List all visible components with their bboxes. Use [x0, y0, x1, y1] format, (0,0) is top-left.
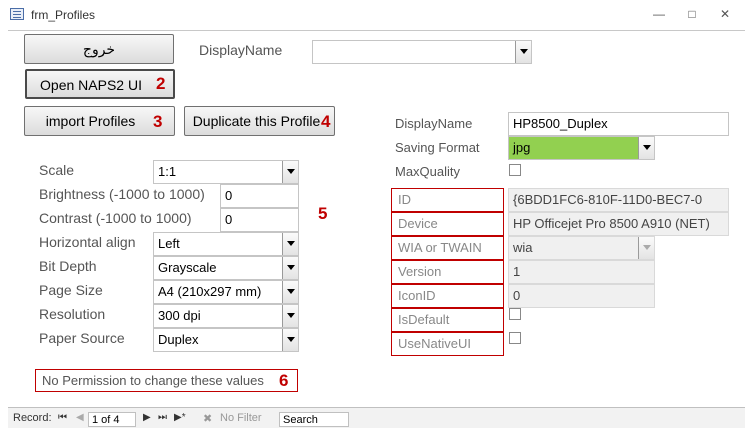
displayname-selector-label: DisplayName: [199, 42, 283, 58]
paper-source-combo[interactable]: Duplex: [153, 328, 299, 352]
last-record-icon[interactable]: ⏭: [158, 412, 167, 423]
page-size-combo[interactable]: A4 (210x297 mm): [153, 280, 299, 304]
annotation-3: 3: [153, 112, 163, 131]
annotation-4: 4: [321, 112, 331, 131]
chevron-down-icon[interactable]: [282, 161, 298, 183]
permission-note: No Permission to change these values: [35, 369, 298, 392]
next-record-icon[interactable]: ▶: [143, 412, 151, 423]
use-native-ui-checkbox[interactable]: [509, 332, 521, 344]
use-native-ui-label: UseNativeUI: [391, 332, 504, 356]
duplicate-profile-button[interactable]: Duplicate this Profile: [184, 106, 335, 136]
title-separator: [8, 30, 745, 31]
filter-icon[interactable]: ✖: [203, 412, 212, 425]
search-input[interactable]: Search: [279, 412, 349, 427]
record-navigation-bar: Record: ⏮ ◀ 1 of 4 ▶ ⏭ ▶* ✖ No Filter Se…: [8, 407, 745, 428]
horizontal-align-combo[interactable]: Left: [153, 232, 299, 256]
wia-twain-label: WIA or TWAIN: [391, 236, 504, 260]
scale-label: Scale: [39, 162, 75, 178]
page-size-value: A4 (210x297 mm): [158, 284, 262, 299]
contrast-label: Contrast (-1000 to 1000): [39, 210, 192, 226]
displayname-selector-combo[interactable]: [312, 40, 532, 64]
device-field: HP Officejet Pro 8500 A910 (NET): [508, 212, 729, 236]
previous-record-icon[interactable]: ◀: [76, 412, 84, 423]
max-quality-label: MaxQuality: [395, 164, 461, 179]
device-label: Device: [391, 212, 504, 236]
wia-twain-value: wia: [513, 240, 533, 255]
chevron-down-icon[interactable]: [282, 305, 298, 327]
no-filter-label[interactable]: No Filter: [220, 412, 262, 424]
chevron-down-icon[interactable]: [282, 257, 298, 279]
scale-value: 1:1: [158, 164, 177, 179]
chevron-down-icon[interactable]: [282, 329, 298, 351]
window-title: frm_Profiles: [31, 8, 96, 22]
version-label: Version: [391, 260, 504, 284]
new-record-icon[interactable]: ▶*: [174, 412, 186, 423]
import-profiles-label: import Profiles: [45, 113, 136, 129]
resolution-combo[interactable]: 300 dpi: [153, 304, 299, 328]
exit-button[interactable]: خروج: [24, 34, 174, 64]
id-label: ID: [391, 188, 504, 212]
version-field: 1: [508, 260, 655, 284]
page-size-label: Page Size: [39, 282, 103, 298]
chevron-down-icon: [638, 237, 654, 259]
chevron-down-icon[interactable]: [638, 137, 654, 159]
brightness-field[interactable]: 0: [220, 184, 299, 208]
contrast-field[interactable]: 0: [220, 208, 299, 232]
horizontal-align-value: Left: [158, 236, 180, 251]
scale-combo[interactable]: 1:1: [153, 160, 299, 184]
first-record-icon[interactable]: ⏮: [58, 412, 67, 423]
bit-depth-value: Grayscale: [158, 260, 217, 275]
maximize-button[interactable]: □: [680, 5, 704, 23]
open-naps2-button[interactable]: Open NAPS2 UI: [25, 69, 175, 99]
record-label: Record:: [13, 412, 52, 424]
record-position-field[interactable]: 1 of 4: [88, 412, 136, 427]
close-button[interactable]: ✕: [713, 5, 737, 23]
chevron-down-icon[interactable]: [282, 233, 298, 255]
isdefault-checkbox[interactable]: [509, 308, 521, 320]
form-icon: [10, 8, 24, 20]
duplicate-profile-label: Duplicate this Profile: [192, 113, 321, 129]
open-naps2-label: Open NAPS2 UI: [40, 77, 142, 93]
saving-format-label: Saving Format: [395, 140, 480, 155]
bit-depth-combo[interactable]: Grayscale: [153, 256, 299, 280]
horizontal-align-label: Horizontal align: [39, 234, 136, 250]
iconid-label: IconID: [391, 284, 504, 308]
paper-source-value: Duplex: [158, 332, 199, 347]
annotation-5: 5: [318, 204, 328, 223]
profile-displayname-field[interactable]: HP8500_Duplex: [508, 112, 729, 136]
iconid-field: 0: [508, 284, 655, 308]
annotation-2: 2: [156, 74, 166, 93]
wia-twain-combo: wia: [508, 236, 655, 260]
saving-format-combo[interactable]: jpg: [508, 136, 655, 160]
brightness-label: Brightness (-1000 to 1000): [39, 186, 205, 202]
title-bar: frm_Profiles — □ ✕: [0, 0, 753, 30]
isdefault-label: IsDefault: [391, 308, 504, 332]
chevron-down-icon[interactable]: [282, 281, 298, 303]
resolution-label: Resolution: [39, 306, 106, 322]
minimize-button[interactable]: —: [647, 5, 671, 23]
max-quality-checkbox[interactable]: [509, 164, 521, 176]
paper-source-label: Paper Source: [39, 330, 125, 346]
id-field: {6BDD1FC6-810F-11D0-BEC7-0: [508, 188, 729, 212]
chevron-down-icon[interactable]: [515, 41, 531, 63]
bit-depth-label: Bit Depth: [39, 258, 97, 274]
saving-format-value: jpg: [513, 140, 531, 155]
profile-displayname-label: DisplayName: [395, 116, 473, 131]
resolution-value: 300 dpi: [158, 308, 201, 323]
